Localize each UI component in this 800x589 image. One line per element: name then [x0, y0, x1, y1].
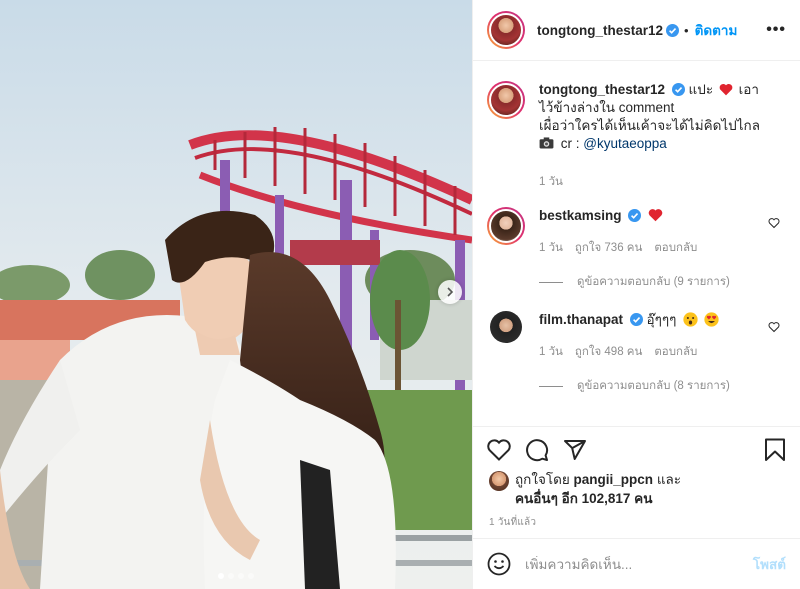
verified-badge-icon — [666, 23, 680, 37]
carousel-dot — [228, 573, 234, 579]
comments-list[interactable]: tongtong_thestar12 แปะ เอาไว้ข้างล่างใน … — [473, 61, 800, 426]
post-panel: tongtong_thestar12 • ติดตาม ••• tongtong… — [472, 0, 800, 589]
comment-button[interactable] — [525, 438, 549, 462]
emoji-icon[interactable] — [487, 552, 511, 576]
carousel-dot — [218, 573, 224, 579]
author-avatar[interactable] — [487, 11, 525, 49]
verified-badge-icon — [628, 209, 642, 222]
post-actions — [473, 426, 800, 472]
comment-time: 1 วัน — [539, 242, 563, 254]
view-replies-button[interactable]: ดูข้อความตอบกลับ (9 รายการ) — [539, 273, 786, 291]
heart-eyes-emoji-icon — [704, 312, 719, 327]
comment-time: 1 วัน — [539, 346, 563, 358]
likes-others-link[interactable]: คนอื่นๆ อีก 102,817 คน — [515, 491, 652, 506]
comment-body: bestkamsing 1 วัน ถูกใจ 736 คน ตอบกลับ — [539, 207, 771, 257]
caption-time: 1 วัน — [539, 176, 563, 188]
post-comment-button[interactable]: โพสต์ — [753, 553, 786, 575]
liker-avatar[interactable] — [489, 471, 509, 491]
carousel-next-button[interactable] — [438, 280, 462, 304]
commenter-avatar[interactable] — [490, 311, 522, 343]
comment-composer: โพสต์ — [473, 538, 800, 589]
comment-item: film.thanapat อุ๊ๆๆๆ 1 วัน ถูกใจ 498 คน … — [487, 311, 786, 361]
carousel-indicator — [0, 573, 472, 579]
caption-mention-link[interactable]: @kyutaeoppa — [583, 136, 667, 151]
caption: tongtong_thestar12 แปะ เอาไว้ข้างล่างใน … — [487, 81, 786, 191]
likes-joiner: และ — [656, 472, 682, 487]
follow-button[interactable]: ติดตาม — [695, 19, 738, 41]
comment-item: bestkamsing 1 วัน ถูกใจ 736 คน ตอบกลับ — [487, 207, 786, 257]
likes-summary: ถูกใจโดย pangii_ppcn และ คนอื่นๆ อีก 102… — [489, 470, 790, 508]
comment-likes[interactable]: ถูกใจ 736 คน — [575, 239, 642, 257]
verified-badge-icon — [671, 83, 685, 96]
view-replies-button[interactable]: ดูข้อความตอบกลับ (8 รายการ) — [539, 377, 786, 395]
red-heart-emoji-icon — [648, 209, 663, 222]
caption-avatar[interactable] — [487, 81, 525, 119]
likes-prefix: ถูกใจโดย — [515, 472, 570, 487]
comment-meta: 1 วัน ถูกใจ 498 คน ตอบกลับ — [539, 343, 771, 361]
reply-button[interactable]: ตอบกลับ — [654, 343, 697, 361]
more-options-icon[interactable]: ••• — [766, 21, 786, 39]
comment-meta: 1 วัน ถูกใจ 736 คน ตอบกลับ — [539, 239, 771, 257]
carousel-dot — [238, 573, 244, 579]
comment-likes[interactable]: ถูกใจ 498 คน — [575, 343, 642, 361]
save-button[interactable] — [764, 438, 786, 462]
comment-input[interactable] — [523, 555, 753, 573]
like-comment-heart-icon[interactable] — [768, 217, 780, 229]
carousel-dot — [248, 573, 254, 579]
commenter-username[interactable]: film.thanapat — [539, 312, 623, 327]
bookmark-icon — [765, 438, 785, 461]
post-photo[interactable] — [0, 0, 472, 589]
header-separator: • — [684, 22, 689, 38]
author-username[interactable]: tongtong_thestar12 — [537, 23, 663, 38]
photo-scene — [0, 0, 472, 589]
caption-text-3: เผื่อว่าใครได้เห็นเค้าจะได้ไม่คิดไปไกล — [539, 118, 760, 133]
post-time-ago[interactable]: 1 วันที่แล้ว — [489, 515, 536, 530]
red-heart-emoji-icon — [719, 83, 733, 96]
instagram-post: tongtong_thestar12 • ติดตาม ••• tongtong… — [0, 0, 800, 589]
camera-icon — [539, 137, 554, 149]
commenter-username[interactable]: bestkamsing — [539, 208, 622, 223]
heart-icon — [487, 438, 511, 461]
share-icon — [564, 439, 586, 460]
share-button[interactable] — [563, 438, 587, 462]
caption-meta: 1 วัน — [539, 173, 771, 191]
caption-text-1: แปะ — [688, 82, 714, 97]
view-replies-label: ดูข้อความตอบกลับ (9 รายการ) — [577, 276, 730, 288]
comment-body: film.thanapat อุ๊ๆๆๆ 1 วัน ถูกใจ 498 คน … — [539, 311, 771, 361]
caption-credit-prefix: cr : — [560, 136, 580, 151]
replies-divider — [539, 281, 563, 283]
caption-body: tongtong_thestar12 แปะ เอาไว้ข้างล่างใน … — [539, 81, 771, 191]
likes-text: ถูกใจโดย pangii_ppcn และ คนอื่นๆ อีก 102… — [515, 470, 681, 508]
caption-username[interactable]: tongtong_thestar12 — [539, 82, 665, 97]
comment-text: อุ๊ๆๆๆ — [646, 312, 677, 327]
like-button[interactable] — [487, 438, 511, 461]
reply-button[interactable]: ตอบกลับ — [654, 239, 697, 257]
astonished-face-emoji-icon — [683, 312, 698, 327]
replies-divider — [539, 385, 563, 387]
like-comment-heart-icon[interactable] — [768, 321, 780, 333]
view-replies-label: ดูข้อความตอบกลับ (8 รายการ) — [577, 380, 730, 392]
commenter-avatar[interactable] — [487, 207, 525, 245]
chevron-right-icon — [447, 287, 454, 297]
liker-username[interactable]: pangii_ppcn — [574, 472, 654, 487]
verified-badge-icon — [629, 313, 643, 326]
comment-icon — [526, 438, 549, 461]
post-header: tongtong_thestar12 • ติดตาม ••• — [473, 0, 800, 61]
